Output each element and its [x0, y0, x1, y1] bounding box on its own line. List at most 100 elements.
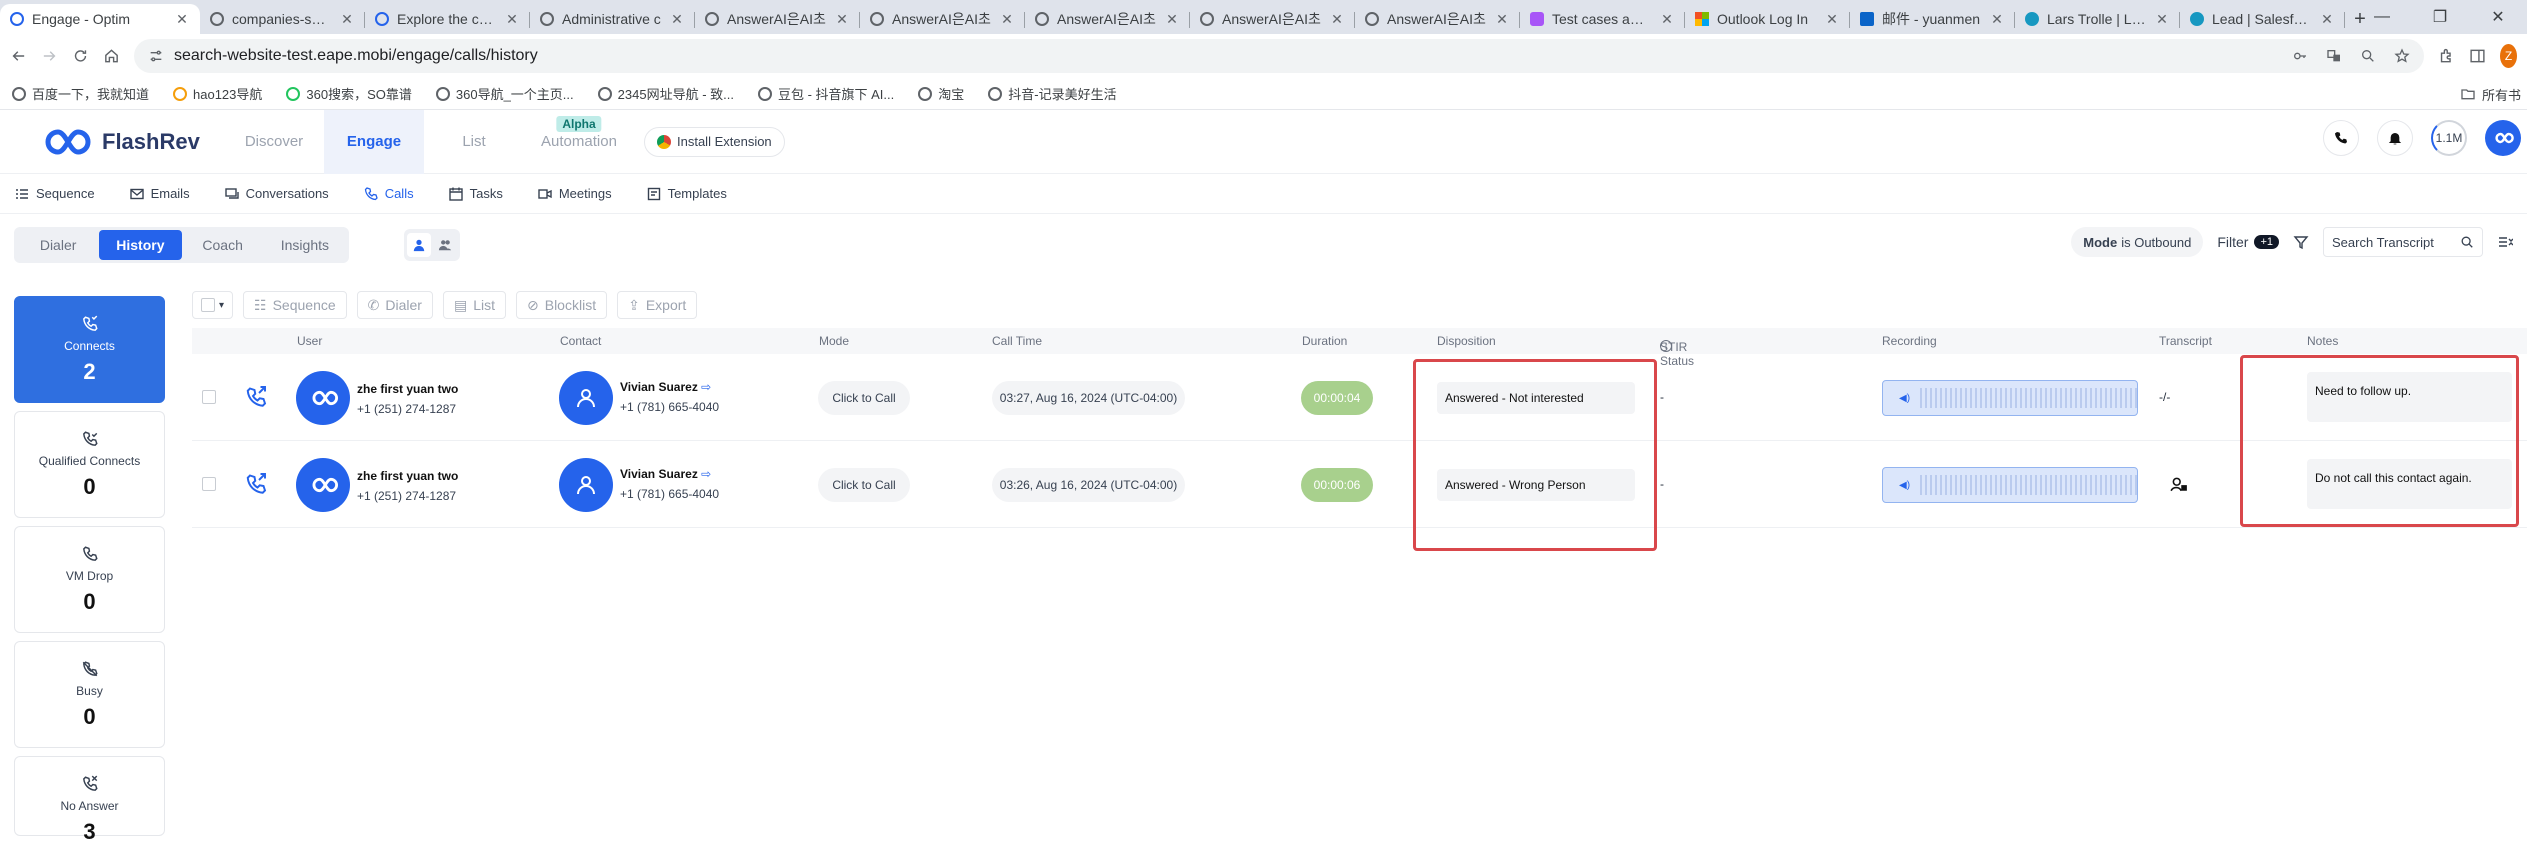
close-icon[interactable]: ✕: [669, 11, 685, 27]
site-settings-icon[interactable]: [148, 48, 164, 64]
row-checkbox[interactable]: [202, 477, 216, 491]
browser-tab[interactable]: AnswerAI은AI초 ✕: [860, 4, 1025, 34]
nav-discover[interactable]: Discover: [224, 110, 324, 174]
close-icon[interactable]: ✕: [2319, 11, 2335, 27]
nav-engage[interactable]: Engage: [324, 109, 424, 174]
subnav-conversations[interactable]: Conversations: [224, 186, 329, 202]
bookmark-item[interactable]: 淘宝: [918, 84, 964, 103]
browser-tab[interactable]: Lars Trolle | Lea ✕: [2015, 4, 2180, 34]
nav-list[interactable]: List: [424, 110, 524, 174]
disposition-select[interactable]: Answered - Not interested: [1437, 382, 1635, 414]
bookmark-item[interactable]: 百度一下，我就知道: [12, 84, 149, 103]
link-icon[interactable]: ⇨: [701, 380, 711, 394]
close-icon[interactable]: ✕: [1329, 11, 1345, 27]
export-button[interactable]: ⇪ Export: [617, 291, 698, 319]
close-icon[interactable]: ✕: [834, 11, 850, 27]
browser-tab[interactable]: AnswerAI은AI초 ✕: [1355, 4, 1520, 34]
close-icon[interactable]: ✕: [2154, 11, 2170, 27]
stat-card-vm-drop[interactable]: VM Drop 0: [14, 526, 165, 633]
forward-icon[interactable]: [41, 44, 58, 68]
flashrev-logo[interactable]: FlashRev: [34, 124, 214, 160]
table-row[interactable]: zhe first yuan two +1 (251) 274-1287 Viv…: [192, 441, 2527, 528]
stat-card-qualified-connects[interactable]: Qualified Connects 0: [14, 411, 165, 518]
tab-history[interactable]: History: [99, 230, 182, 260]
stat-card-connects[interactable]: Connects 2: [14, 296, 165, 403]
sidebar-icon[interactable]: [2469, 44, 2486, 68]
recording-player[interactable]: ◀): [1882, 380, 2138, 416]
browser-tab[interactable]: AnswerAI은AI초 ✕: [1190, 4, 1355, 34]
subnav-emails[interactable]: Emails: [129, 186, 190, 202]
browser-tab[interactable]: companies-sear ✕: [200, 4, 365, 34]
close-icon[interactable]: ✕: [1659, 11, 1675, 27]
browser-tab[interactable]: Outlook Log In ✕: [1685, 4, 1850, 34]
browser-tab[interactable]: 邮件 - yuanmen ✕: [1850, 4, 2015, 34]
audio-waveform[interactable]: [1920, 388, 2137, 408]
all-bookmarks[interactable]: 所有书: [2460, 78, 2527, 110]
tab-insights[interactable]: Insights: [264, 230, 346, 260]
subnav-calls[interactable]: Calls: [363, 186, 414, 202]
recording-player[interactable]: ◀): [1882, 467, 2138, 503]
close-icon[interactable]: ✕: [504, 11, 520, 27]
subnav-tasks[interactable]: Tasks: [448, 186, 503, 202]
user-avatar[interactable]: [2485, 120, 2521, 156]
outbound-call-icon[interactable]: [244, 471, 268, 495]
notes-cell[interactable]: Need to follow up.: [2307, 372, 2512, 422]
close-icon[interactable]: ✕: [174, 11, 190, 27]
notifications-button[interactable]: [2377, 120, 2413, 156]
select-all-dropdown[interactable]: ▾: [192, 291, 234, 319]
minimize-icon[interactable]: —: [2353, 0, 2411, 34]
bookmark-item[interactable]: 360搜索，SO靠谱: [286, 84, 412, 103]
zoom-icon[interactable]: [2360, 48, 2376, 64]
mode-filter-chip[interactable]: Mode is Outbound: [2071, 227, 2204, 257]
stat-card-no-answer[interactable]: No Answer 3: [14, 756, 165, 844]
close-icon[interactable]: ✕: [1494, 11, 1510, 27]
browser-tab[interactable]: Explore the com ✕: [365, 4, 530, 34]
search-transcript-input[interactable]: Search Transcript: [2323, 227, 2483, 257]
browser-tab[interactable]: Administrative c ✕: [530, 4, 695, 34]
search-icon[interactable]: [2460, 235, 2474, 249]
filter-button[interactable]: Filter +1: [2217, 234, 2279, 250]
team-users-icon[interactable]: [433, 233, 457, 257]
profile-avatar[interactable]: Z: [2500, 44, 2517, 68]
browser-tab[interactable]: AnswerAI은AI초 ✕: [695, 4, 860, 34]
extensions-icon[interactable]: [2438, 44, 2455, 68]
subnav-sequence[interactable]: Sequence: [14, 186, 95, 202]
close-window-icon[interactable]: ✕: [2469, 0, 2527, 34]
install-extension-button[interactable]: Install Extension: [644, 126, 785, 157]
credits-indicator[interactable]: 1.1M: [2431, 120, 2467, 156]
add-to-sequence-button[interactable]: ☷ Sequence: [243, 291, 347, 319]
subnav-templates[interactable]: Templates: [646, 186, 727, 202]
contact-name-wrap[interactable]: Vivian Suarez ⇨: [620, 467, 711, 481]
close-icon[interactable]: ✕: [999, 11, 1015, 27]
bookmark-item[interactable]: hao123导航: [173, 84, 262, 103]
bookmark-item[interactable]: 豆包 - 抖音旗下 AI...: [757, 84, 894, 103]
translate-icon[interactable]: [2326, 48, 2342, 64]
bookmark-star-icon[interactable]: [2394, 48, 2410, 64]
outbound-call-icon[interactable]: [244, 384, 268, 408]
back-icon[interactable]: [10, 44, 27, 68]
column-settings-icon[interactable]: [2497, 234, 2513, 250]
tab-dialer[interactable]: Dialer: [17, 230, 99, 260]
tab-coach[interactable]: Coach: [182, 230, 264, 260]
browser-tab[interactable]: Engage - Optim ✕: [0, 4, 200, 34]
close-icon[interactable]: ✕: [339, 11, 355, 27]
single-user-icon[interactable]: [407, 233, 431, 257]
browser-tab[interactable]: Test cases and 8 ✕: [1520, 4, 1685, 34]
restore-icon[interactable]: ❐: [2411, 0, 2469, 34]
contact-name-wrap[interactable]: Vivian Suarez ⇨: [620, 380, 711, 394]
reload-icon[interactable]: [72, 44, 89, 68]
disposition-select[interactable]: Answered - Wrong Person: [1437, 469, 1635, 501]
add-to-dialer-button[interactable]: ✆ Dialer: [356, 291, 433, 319]
subnav-meetings[interactable]: Meetings: [537, 186, 612, 202]
browser-tab[interactable]: Lead | Salesforc ✕: [2180, 4, 2345, 34]
close-icon[interactable]: ✕: [1989, 11, 2005, 27]
play-audio-icon[interactable]: ◀): [1899, 393, 1910, 404]
url-bar[interactable]: search-website-test.eape.mobi/engage/cal…: [134, 39, 2424, 73]
close-icon[interactable]: ✕: [1164, 11, 1180, 27]
nav-automation[interactable]: Alpha Automation: [524, 110, 634, 174]
info-icon[interactable]: i: [1660, 340, 1672, 352]
audio-waveform[interactable]: [1920, 475, 2137, 495]
link-icon[interactable]: ⇨: [701, 467, 711, 481]
close-icon[interactable]: ✕: [1824, 11, 1840, 27]
play-audio-icon[interactable]: ◀): [1899, 480, 1910, 491]
